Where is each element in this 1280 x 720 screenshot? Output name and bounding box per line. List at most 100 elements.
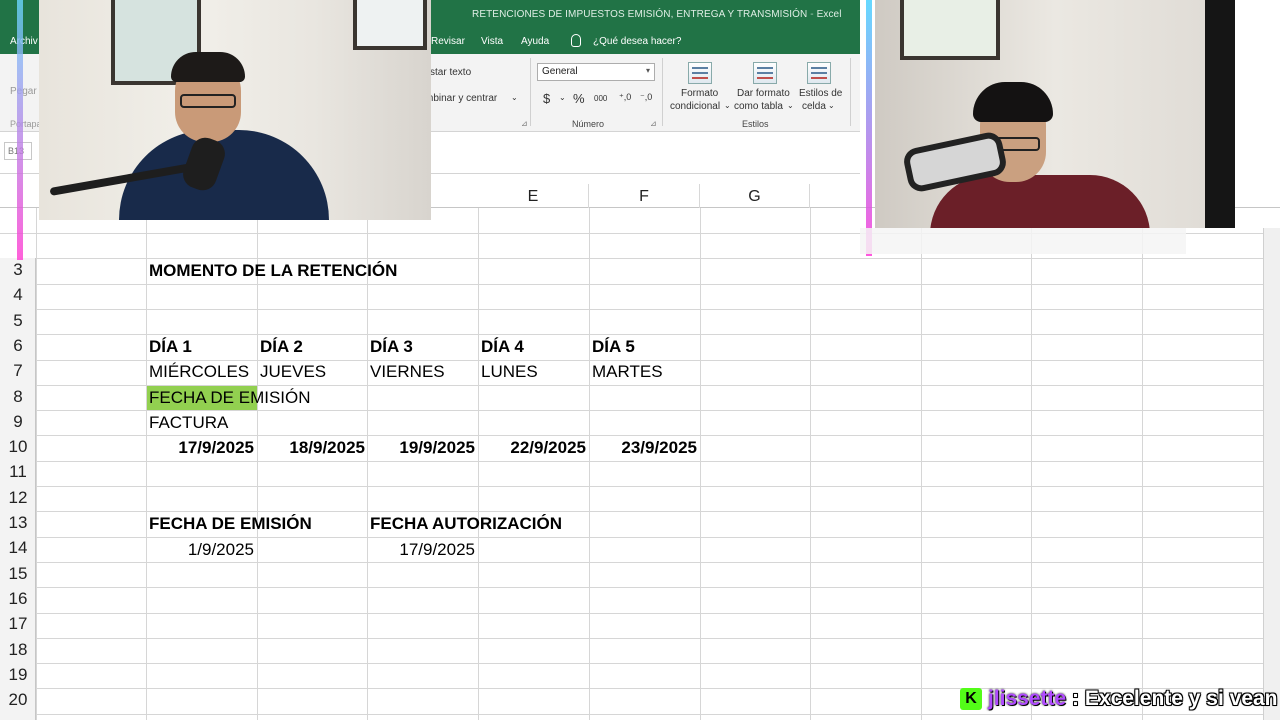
wall-shelf xyxy=(900,0,1000,60)
number-format-dropdown[interactable]: General ▾ xyxy=(537,63,655,81)
paste-button[interactable]: Pegar xyxy=(10,86,37,97)
row-number[interactable]: 17 xyxy=(0,614,36,634)
right-glow-edge xyxy=(866,0,872,256)
table-format-label2[interactable]: como tabla xyxy=(734,101,783,112)
cell-f10[interactable]: 23/9/2025 xyxy=(589,436,697,460)
row-number[interactable]: 19 xyxy=(0,665,36,685)
person-right-hair xyxy=(973,82,1053,122)
menu-revisar[interactable]: Revisar xyxy=(431,36,465,47)
column-header-f[interactable]: F xyxy=(589,184,700,208)
cell-c10[interactable]: 18/9/2025 xyxy=(257,436,365,460)
chevron-down-icon[interactable]: ⌄ xyxy=(828,101,835,110)
person-left-hair xyxy=(171,52,245,82)
cell-e10[interactable]: 22/9/2025 xyxy=(478,436,586,460)
cell-f6[interactable]: DÍA 5 xyxy=(592,335,635,359)
decrease-decimal-button[interactable]: ⁻,0 xyxy=(640,92,652,103)
table-format-icon[interactable] xyxy=(753,62,777,84)
row-number[interactable]: 9 xyxy=(0,412,36,432)
currency-button[interactable]: $ xyxy=(543,91,550,106)
ribbon-separator xyxy=(662,58,663,126)
row-number[interactable]: 5 xyxy=(0,311,36,331)
tell-me-search[interactable]: ¿Qué desea hacer? xyxy=(593,36,681,47)
webcam-left xyxy=(39,0,431,220)
row-number[interactable]: 13 xyxy=(0,513,36,533)
webcam-right xyxy=(875,0,1235,228)
person-right xyxy=(930,175,1150,228)
conditional-format-label1[interactable]: Formato xyxy=(681,88,718,99)
row-number[interactable]: 7 xyxy=(0,361,36,381)
menu-file[interactable]: Archiv xyxy=(10,36,38,47)
menu-ayuda[interactable]: Ayuda xyxy=(521,36,549,47)
chevron-down-icon[interactable]: ⌄ xyxy=(787,101,794,110)
cell-b10[interactable]: 17/9/2025 xyxy=(146,436,254,460)
column-header-g[interactable]: G xyxy=(700,184,810,208)
chevron-down-icon: ▾ xyxy=(645,66,650,75)
window-title: RETENCIONES DE IMPUESTOS EMISIÓN, ENTREG… xyxy=(472,9,842,20)
styles-group-label: Estilos xyxy=(742,119,769,129)
merge-dropdown-icon[interactable]: ⌄ xyxy=(511,93,518,102)
chat-text: Excelente y si vean xyxy=(1084,687,1278,710)
screen: RETENCIONES DE IMPUESTOS EMISIÓN, ENTREG… xyxy=(0,0,1280,720)
cell-b3[interactable]: MOMENTO DE LA RETENCIÓN xyxy=(149,259,397,283)
spreadsheet-grid[interactable] xyxy=(0,208,1265,720)
conditional-format-icon[interactable] xyxy=(688,62,712,84)
cell-b7[interactable]: MIÉRCOLES xyxy=(149,360,249,384)
wrap-text-button[interactable]: star texto xyxy=(430,67,471,78)
menu-vista[interactable]: Vista xyxy=(481,36,503,47)
chat-message: Kjlissette : Excelente y si vean xyxy=(960,686,1278,712)
cell-d13[interactable]: FECHA AUTORIZACIÓN xyxy=(370,512,562,536)
row-number[interactable]: 3 xyxy=(0,260,36,280)
increase-decimal-button[interactable]: ⁺,0 xyxy=(619,92,631,103)
chevron-down-icon[interactable]: ⌄ xyxy=(724,101,731,110)
cell-d7[interactable]: VIERNES xyxy=(370,360,445,384)
left-glow-edge xyxy=(17,0,23,260)
row-number[interactable]: 14 xyxy=(0,538,36,558)
cell-d14[interactable]: 17/9/2025 xyxy=(367,538,475,562)
number-launcher-icon[interactable]: ⊿ xyxy=(650,119,657,128)
row-number[interactable]: 8 xyxy=(0,387,36,407)
cell-styles-icon[interactable] xyxy=(807,62,831,84)
row-number[interactable]: 15 xyxy=(0,564,36,584)
row-number[interactable]: 20 xyxy=(0,690,36,710)
cell-e7[interactable]: LUNES xyxy=(481,360,538,384)
merge-center-button[interactable]: mbinar y centrar xyxy=(425,93,497,104)
cell-f7[interactable]: MARTES xyxy=(592,360,663,384)
currency-dropdown-icon[interactable]: ⌄ xyxy=(559,93,566,102)
vertical-scrollbar[interactable] xyxy=(1263,228,1280,720)
clipboard-group-label: Portapa xyxy=(10,119,42,129)
cell-c7[interactable]: JUEVES xyxy=(260,360,326,384)
table-format-label1[interactable]: Dar formato xyxy=(737,88,790,99)
row-number[interactable]: 10 xyxy=(0,437,36,457)
row-number[interactable]: 4 xyxy=(0,285,36,305)
cell-b13[interactable]: FECHA DE EMISIÓN xyxy=(149,512,312,536)
kick-badge-icon: K xyxy=(960,688,982,710)
cell-b8[interactable]: FECHA DE EMISIÓN xyxy=(149,386,311,410)
thousands-button[interactable]: 000 xyxy=(594,94,607,103)
ribbon-separator xyxy=(530,58,531,126)
cell-styles-label1[interactable]: Estilos de xyxy=(799,88,842,99)
column-header-e[interactable]: E xyxy=(478,184,589,208)
chat-username: jlissette xyxy=(988,687,1067,710)
lightbulb-icon[interactable] xyxy=(571,34,581,47)
row-number[interactable]: 16 xyxy=(0,589,36,609)
cell-d6[interactable]: DÍA 3 xyxy=(370,335,413,359)
cell-e6[interactable]: DÍA 4 xyxy=(481,335,524,359)
cell-b9[interactable]: FACTURA xyxy=(149,411,228,435)
cell-b6[interactable]: DÍA 1 xyxy=(149,335,192,359)
percent-button[interactable]: % xyxy=(573,91,585,106)
cell-d10[interactable]: 19/9/2025 xyxy=(367,436,475,460)
ribbon-separator xyxy=(850,58,851,126)
cell-b14[interactable]: 1/9/2025 xyxy=(146,538,254,562)
row-number[interactable]: 6 xyxy=(0,336,36,356)
overlay-strip xyxy=(860,228,1186,254)
row-number[interactable]: 12 xyxy=(0,488,36,508)
wall-picture xyxy=(353,0,427,50)
row-number[interactable]: 18 xyxy=(0,640,36,660)
cell-c6[interactable]: DÍA 2 xyxy=(260,335,303,359)
row-number[interactable]: 11 xyxy=(0,462,36,482)
chat-separator: : xyxy=(1066,687,1085,710)
alignment-launcher-icon[interactable]: ⊿ xyxy=(521,119,528,128)
cell-styles-label2[interactable]: celda xyxy=(802,101,826,112)
door-frame xyxy=(1205,0,1235,228)
conditional-format-label2[interactable]: condicional xyxy=(670,101,720,112)
